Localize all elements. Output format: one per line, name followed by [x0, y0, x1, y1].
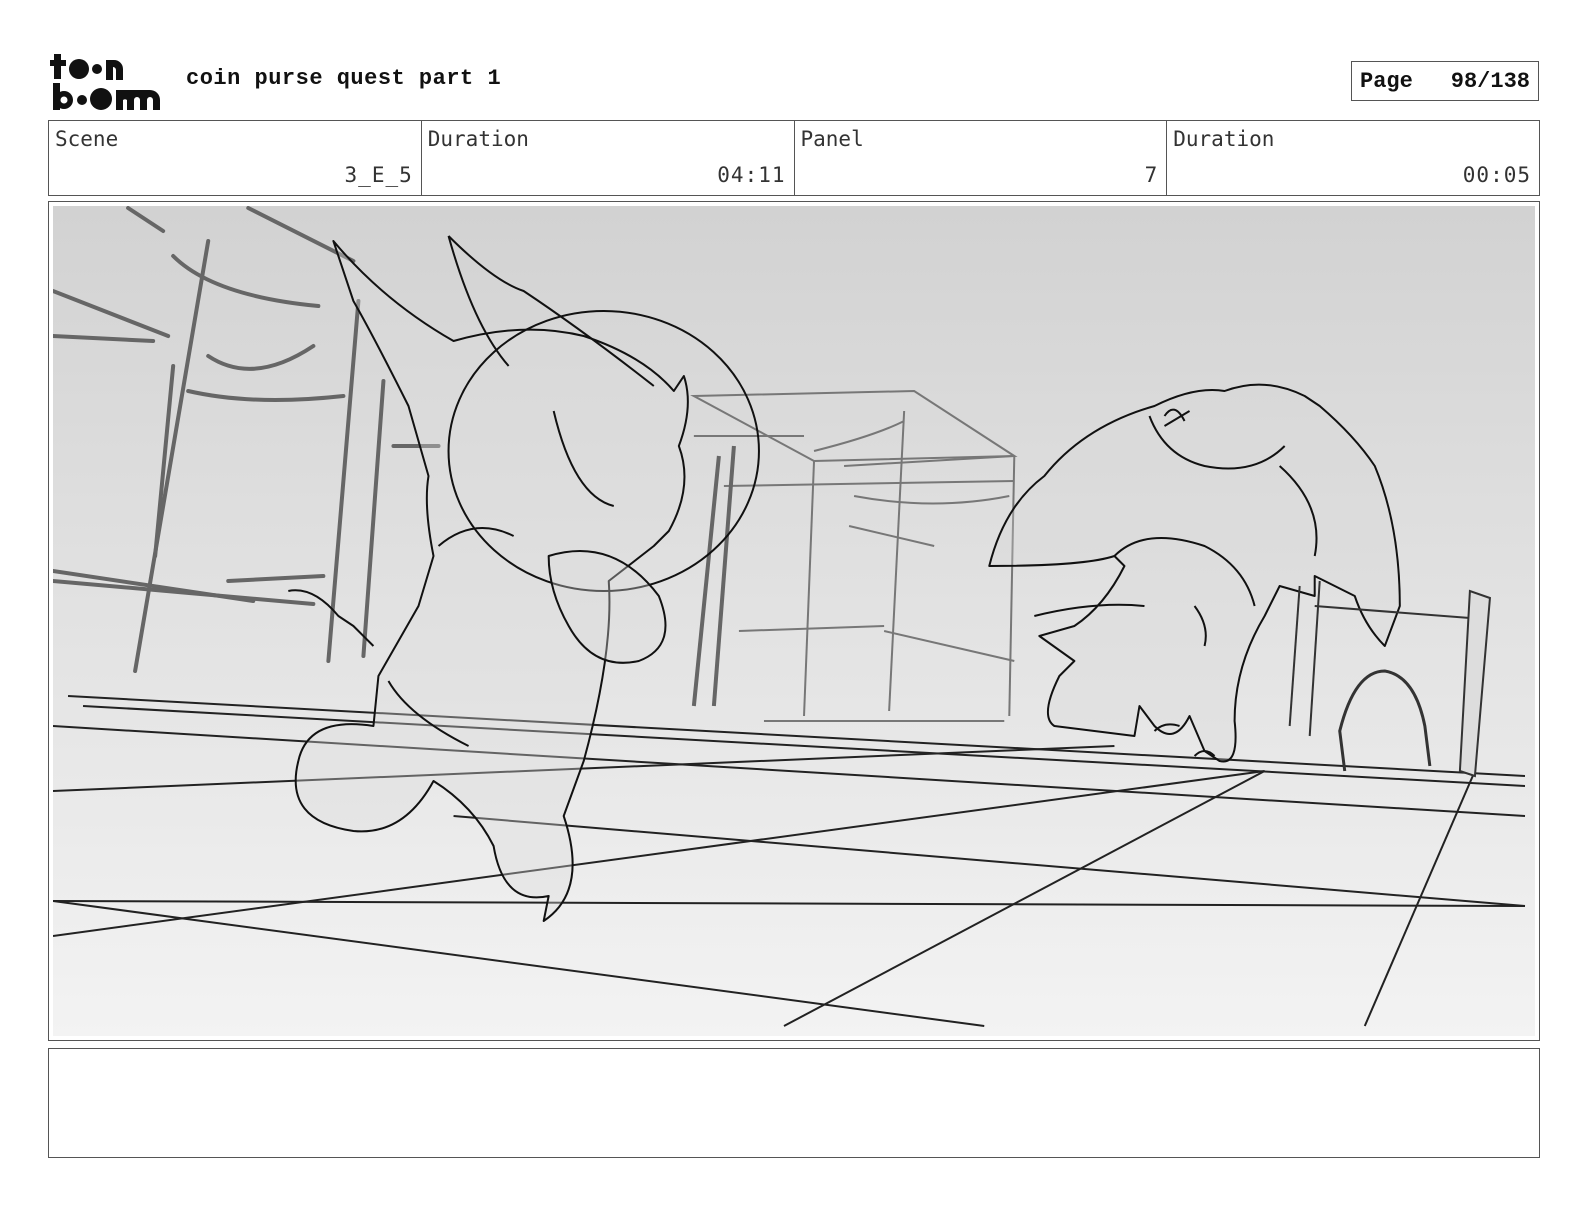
- scene-duration-value: 04:11: [717, 163, 786, 187]
- project-title: coin purse quest part 1: [186, 66, 502, 91]
- panel-label: Panel: [800, 127, 864, 151]
- storyboard-panel: [48, 201, 1540, 1041]
- scene-value: 3_E_5: [344, 163, 413, 187]
- panel-duration-cell: Duration 00:05: [1167, 121, 1539, 195]
- panel-background: [53, 206, 1535, 1036]
- page-label: Page: [1360, 68, 1413, 94]
- scene-cell: Scene 3_E_5: [49, 121, 422, 195]
- info-bar: Scene 3_E_5 Duration 04:11 Panel 7 Durat…: [48, 120, 1540, 196]
- panel-duration-value: 00:05: [1462, 163, 1531, 187]
- panel-notes: [48, 1048, 1540, 1158]
- toon-boom-logo: [50, 54, 160, 110]
- panel-value: 7: [1144, 163, 1159, 187]
- panel-cell: Panel 7: [795, 121, 1168, 195]
- scene-duration-label: Duration: [427, 127, 529, 151]
- panel-duration-label: Duration: [1173, 127, 1275, 151]
- scene-label: Scene: [55, 127, 119, 151]
- page-indicator: Page 98/138: [1351, 61, 1539, 101]
- page-number: 98/138: [1450, 68, 1530, 94]
- scene-duration-cell: Duration 04:11: [422, 121, 795, 195]
- storyboard-sketch: [53, 206, 1535, 1036]
